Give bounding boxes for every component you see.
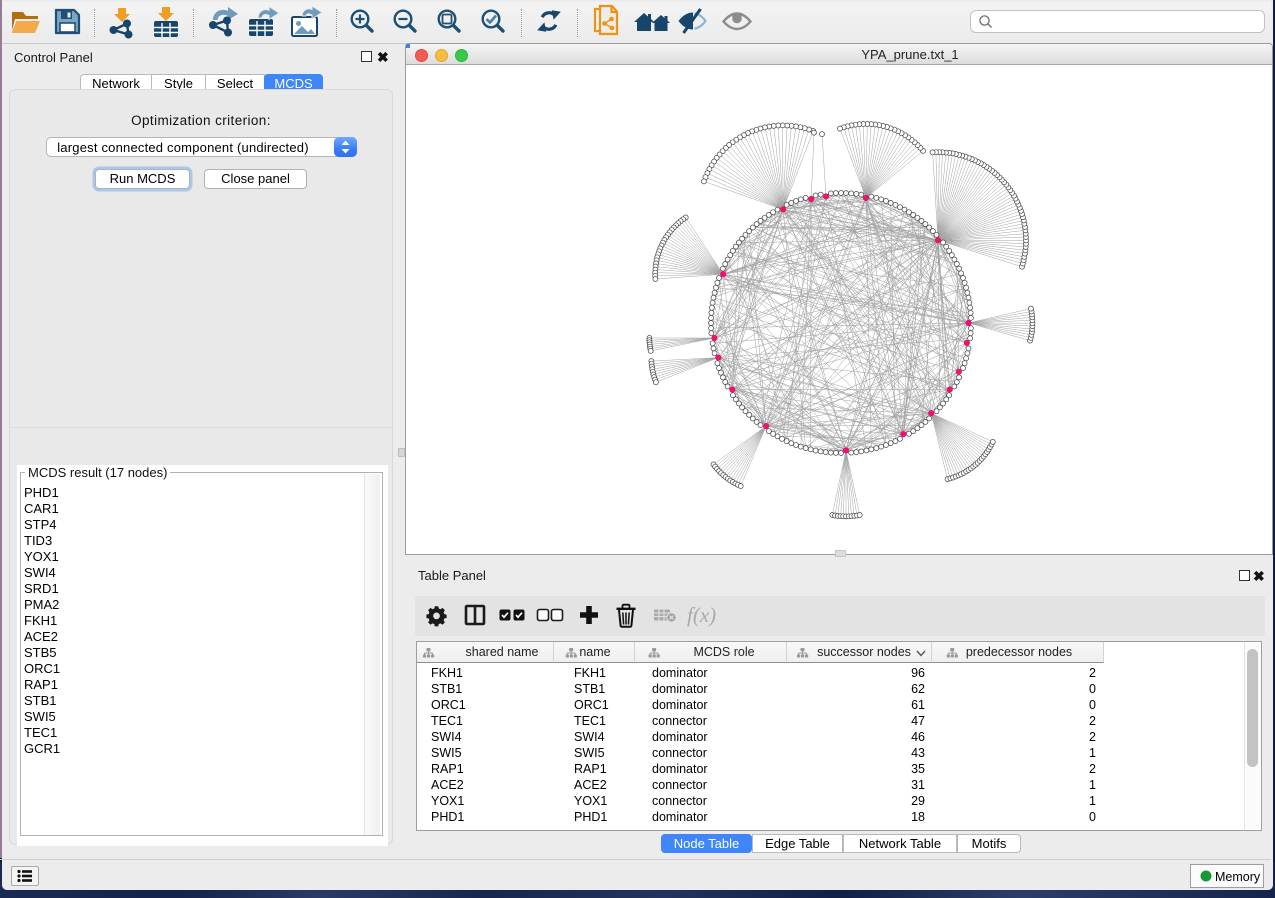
svg-text:f(x): f(x) xyxy=(687,603,716,627)
